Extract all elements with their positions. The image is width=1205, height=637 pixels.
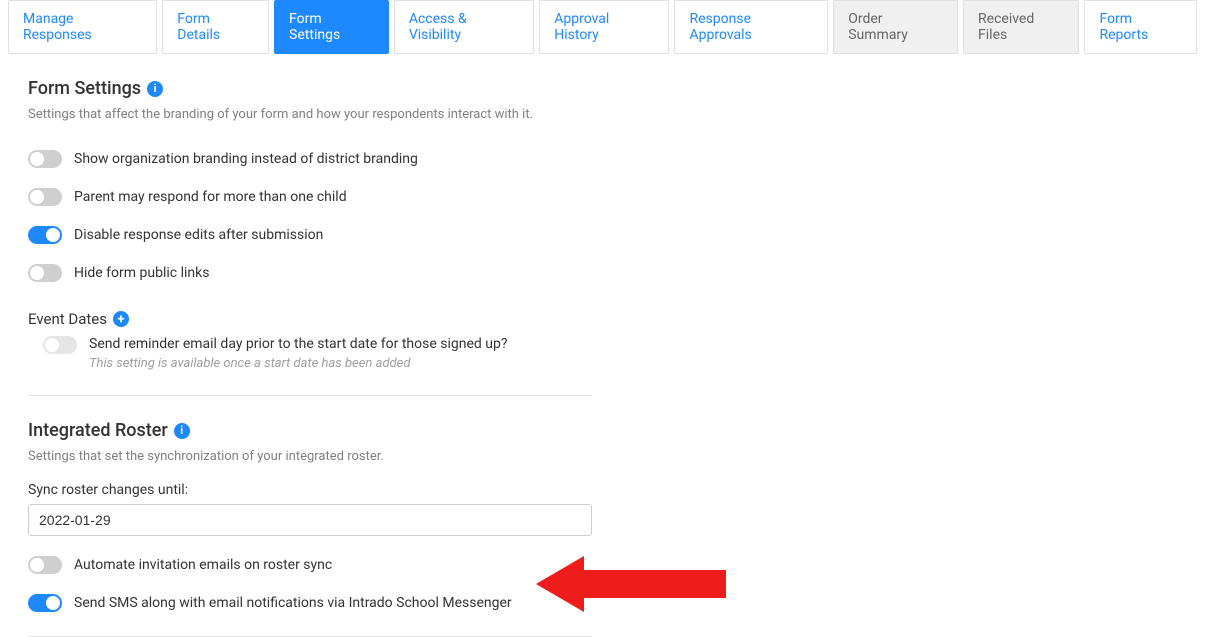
add-date-icon[interactable]: + <box>113 311 129 327</box>
toggle-disable-edits[interactable] <box>28 226 62 244</box>
integrated-roster-title: Integrated Roster i <box>28 420 592 441</box>
toggle-row-send-sms: Send SMS along with email notifications … <box>28 584 592 622</box>
toggle-multi-child[interactable] <box>28 188 62 206</box>
divider <box>28 395 592 396</box>
toggle-row-branding: Show organization branding instead of di… <box>28 140 592 178</box>
info-icon[interactable]: i <box>174 423 190 439</box>
toggle-row-reminder: Send reminder email day prior to the sta… <box>43 330 592 381</box>
integrated-roster-title-text: Integrated Roster <box>28 420 168 441</box>
toggle-branding-label: Show organization branding instead of di… <box>74 151 418 167</box>
toggle-disable-edits-label: Disable response edits after submission <box>74 227 323 243</box>
toggle-reminder-label: Send reminder email day prior to the sta… <box>89 336 507 352</box>
toggle-auto-invite-label: Automate invitation emails on roster syn… <box>74 557 332 573</box>
toggle-row-hide-links: Hide form public links <box>28 254 592 292</box>
tab-response-approvals[interactable]: Response Approvals <box>674 0 828 54</box>
tab-manage-responses[interactable]: Manage Responses <box>8 0 157 54</box>
event-dates-title: Event Dates <box>28 310 107 328</box>
toggle-send-sms[interactable] <box>28 594 62 612</box>
form-settings-subtitle: Settings that affect the branding of you… <box>28 107 592 122</box>
sync-until-input[interactable] <box>28 504 592 536</box>
tabs-bar: Manage Responses Form Details Form Setti… <box>0 0 1205 54</box>
tab-form-details[interactable]: Form Details <box>162 0 269 54</box>
form-settings-title-text: Form Settings <box>28 78 141 99</box>
tab-access-visibility[interactable]: Access & Visibility <box>394 0 534 54</box>
toggle-hide-links-label: Hide form public links <box>74 265 209 281</box>
toggle-reminder-sub: This setting is available once a start d… <box>89 356 507 371</box>
form-settings-title: Form Settings i <box>28 78 592 99</box>
sync-until-label: Sync roster changes until: <box>28 482 592 498</box>
event-dates-header: Event Dates + <box>28 310 592 328</box>
tab-approval-history[interactable]: Approval History <box>539 0 669 54</box>
tab-form-settings[interactable]: Form Settings <box>274 0 389 54</box>
tab-form-reports[interactable]: Form Reports <box>1084 0 1197 54</box>
toggle-branding[interactable] <box>28 150 62 168</box>
toggle-auto-invite[interactable] <box>28 556 62 574</box>
toggle-hide-links[interactable] <box>28 264 62 282</box>
integrated-roster-subtitle: Settings that set the synchronization of… <box>28 449 592 464</box>
tab-order-summary[interactable]: Order Summary <box>833 0 958 54</box>
toggle-row-multi-child: Parent may respond for more than one chi… <box>28 178 592 216</box>
toggle-row-auto-invite: Automate invitation emails on roster syn… <box>28 546 592 584</box>
toggle-send-sms-label: Send SMS along with email notifications … <box>74 595 512 611</box>
toggle-multi-child-label: Parent may respond for more than one chi… <box>74 189 347 205</box>
toggle-reminder <box>43 336 77 354</box>
tab-received-files[interactable]: Received Files <box>963 0 1079 54</box>
toggle-row-disable-edits: Disable response edits after submission <box>28 216 592 254</box>
info-icon[interactable]: i <box>147 81 163 97</box>
